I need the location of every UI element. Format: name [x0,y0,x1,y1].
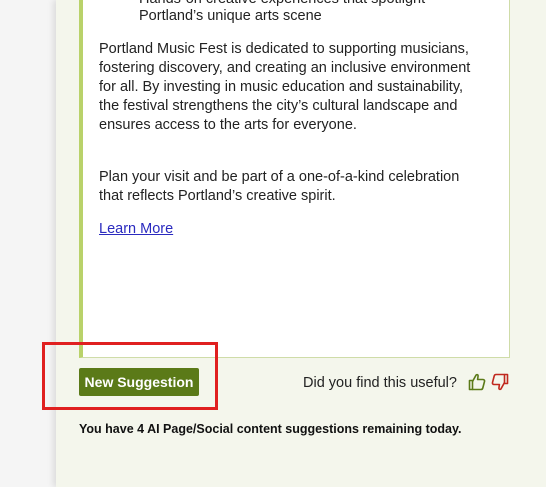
bullet-text-line-2: Portland’s unique arts scene [139,8,322,24]
thumbs-up-icon[interactable] [467,372,487,392]
content-paragraph-1: Portland Music Fest is dedicated to supp… [99,41,471,133]
content-paragraph-2: Plan your visit and be part of a one-of-… [99,169,460,204]
new-suggestion-button[interactable]: New Suggestion [79,368,199,396]
feedback-question: Did you find this useful? [303,375,457,391]
learn-more-link[interactable]: Learn More [99,220,173,239]
remaining-suggestions-text: You have 4 AI Page/Social content sugges… [79,422,462,436]
page-background [0,0,56,487]
thumbs-down-icon[interactable] [490,372,510,392]
